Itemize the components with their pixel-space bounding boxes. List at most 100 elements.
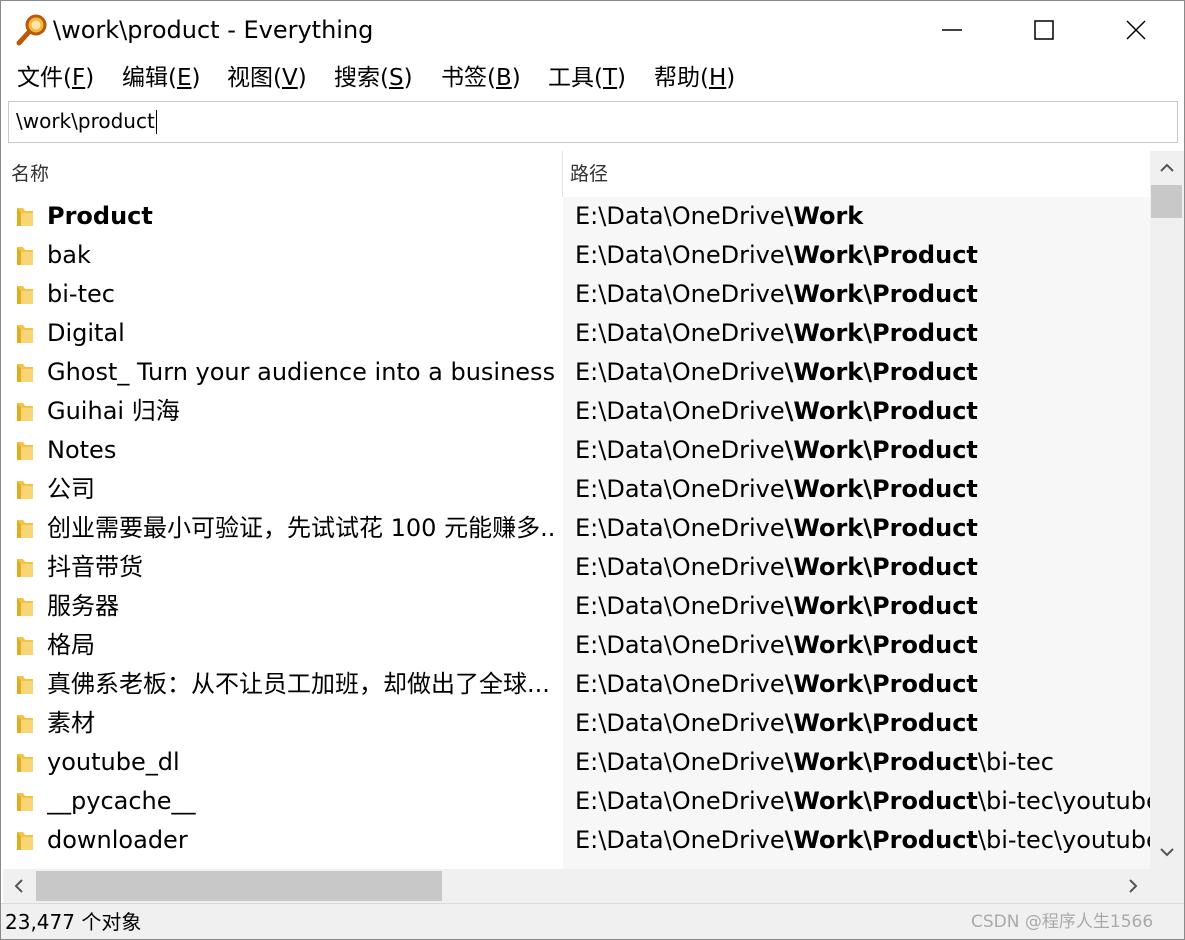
status-bar: 23,477 个对象 CSDN @程序人生1566 <box>1 903 1184 939</box>
row-path: E:\Data\OneDrive\Work\Product <box>575 587 1150 626</box>
scrollbar-corner <box>1150 869 1184 903</box>
row-path: E:\Data\OneDrive\Work <box>575 197 1150 236</box>
path-match: \Work\Product <box>784 787 978 815</box>
folder-icon <box>17 793 33 811</box>
row-path: E:\Data\OneDrive\Work\Product <box>575 509 1150 548</box>
path-prefix: E:\Data\OneDrive <box>575 709 785 737</box>
window-title: \work\product - Everything <box>53 16 374 44</box>
menu-edit[interactable]: 编辑(E) <box>122 63 201 93</box>
title-bar[interactable]: \work\product - Everything <box>1 1 1184 59</box>
row-path: E:\Data\OneDrive\Work\Product <box>575 470 1150 509</box>
maximize-button[interactable] <box>998 1 1090 59</box>
vertical-scrollbar[interactable] <box>1150 151 1184 869</box>
scroll-up-button[interactable] <box>1150 151 1184 185</box>
table-row[interactable]: bi-tec E:\Data\OneDrive\Work\Product <box>3 275 1150 314</box>
table-row[interactable]: 素材 E:\Data\OneDrive\Work\Product <box>3 704 1150 743</box>
search-input[interactable] <box>9 102 1176 140</box>
vertical-scroll-thumb[interactable] <box>1151 185 1182 218</box>
horizontal-scroll-thumb[interactable] <box>36 871 442 901</box>
path-match: \Work <box>784 202 864 230</box>
table-row[interactable]: Notes E:\Data\OneDrive\Work\Product <box>3 431 1150 470</box>
row-name: Ghost_ Turn your audience into a busines… <box>47 358 555 386</box>
table-row[interactable]: downloader E:\Data\OneDrive\Work\Product\… <box>3 821 1150 860</box>
results-rows: Product E:\Data\OneDrive\Work bak E:\Data\O… <box>3 197 1150 860</box>
table-row[interactable]: 格局 E:\Data\OneDrive\Work\Product <box>3 626 1150 665</box>
row-path: E:\Data\OneDrive\Work\Product <box>575 275 1150 314</box>
folder-icon <box>17 715 33 733</box>
row-path: E:\Data\OneDrive\Work\Product <box>575 704 1150 743</box>
folder-icon <box>17 676 33 694</box>
path-suffix: \bi-tec\youtube_ <box>977 826 1150 854</box>
path-match: \Work\Product <box>784 397 978 425</box>
path-prefix: E:\Data\OneDrive <box>575 787 785 815</box>
folder-icon <box>17 832 33 850</box>
scroll-down-button[interactable] <box>1150 835 1184 869</box>
row-path: E:\Data\OneDrive\Work\Product <box>575 431 1150 470</box>
path-match: \Work\Product <box>784 436 978 464</box>
path-match: \Work\Product <box>784 319 978 347</box>
table-row[interactable]: 服务器 E:\Data\OneDrive\Work\Product <box>3 587 1150 626</box>
row-name: youtube_dl <box>47 748 180 776</box>
path-prefix: E:\Data\OneDrive <box>575 514 785 542</box>
everything-window: \work\product - Everything 文件(F) 编辑(E) 视… <box>0 0 1185 940</box>
menu-bookmarks[interactable]: 书签(B) <box>441 63 521 93</box>
table-row[interactable]: youtube_dl E:\Data\OneDrive\Work\Product\… <box>3 743 1150 782</box>
scroll-left-button[interactable] <box>3 869 36 903</box>
table-row[interactable]: 真佛系老板：从不让员工加班，却做出了全球... E:\Data\OneDrive\… <box>3 665 1150 704</box>
path-match: \Work\Product <box>784 475 978 503</box>
table-row[interactable]: Guihai 归海 E:\Data\OneDrive\Work\Product <box>3 392 1150 431</box>
menu-view[interactable]: 视图(V) <box>227 63 307 93</box>
row-path: E:\Data\OneDrive\Work\Product <box>575 548 1150 587</box>
table-row[interactable]: 抖音带货 E:\Data\OneDrive\Work\Product <box>3 548 1150 587</box>
table-row[interactable]: bak E:\Data\OneDrive\Work\Product <box>3 236 1150 275</box>
row-name: Product <box>47 202 153 230</box>
menu-search[interactable]: 搜索(S) <box>334 63 413 93</box>
path-suffix: \bi-tec\youtube_ <box>977 787 1150 815</box>
minimize-icon <box>942 29 962 31</box>
row-path: E:\Data\OneDrive\Work\Product <box>575 665 1150 704</box>
chevron-left-icon <box>14 879 23 893</box>
table-row[interactable]: __pycache__ E:\Data\OneDrive\Work\Product… <box>3 782 1150 821</box>
folder-icon <box>17 286 33 304</box>
folder-icon <box>17 520 33 538</box>
path-match: \Work\Product <box>784 748 978 776</box>
path-match: \Work\Product <box>784 709 978 737</box>
folder-icon <box>17 247 33 265</box>
table-row[interactable]: Ghost_ Turn your audience into a busines… <box>3 353 1150 392</box>
folder-icon <box>17 208 33 226</box>
menu-file[interactable]: 文件(F) <box>17 63 94 93</box>
close-button[interactable] <box>1090 1 1182 59</box>
column-header-path[interactable]: 路径 <box>563 151 1150 197</box>
row-name: Guihai 归海 <box>47 397 180 425</box>
path-prefix: E:\Data\OneDrive <box>575 670 785 698</box>
table-row[interactable]: Product E:\Data\OneDrive\Work <box>3 197 1150 236</box>
menu-tools[interactable]: 工具(T) <box>548 63 626 93</box>
menu-help[interactable]: 帮助(H) <box>654 63 735 93</box>
row-path: E:\Data\OneDrive\Work\Product <box>575 236 1150 275</box>
scroll-right-button[interactable] <box>1117 869 1150 903</box>
row-path: E:\Data\OneDrive\Work\Product\bi-tec\you… <box>575 782 1150 821</box>
row-name: downloader <box>47 826 188 854</box>
table-row[interactable]: 公司 E:\Data\OneDrive\Work\Product <box>3 470 1150 509</box>
horizontal-scrollbar[interactable] <box>3 869 1150 903</box>
path-prefix: E:\Data\OneDrive <box>575 202 785 230</box>
table-row[interactable]: 创业需要最小可验证，先试试花 100 元能赚多... E:\Data\OneDri… <box>3 509 1150 548</box>
column-header-name[interactable]: 名称 <box>3 151 561 197</box>
path-match: \Work\Product <box>784 358 978 386</box>
row-name: 服务器 <box>47 592 119 620</box>
table-row[interactable]: Digital E:\Data\OneDrive\Work\Product <box>3 314 1150 353</box>
minimize-button[interactable] <box>906 1 998 59</box>
row-name: 格局 <box>47 631 95 659</box>
path-prefix: E:\Data\OneDrive <box>575 592 785 620</box>
results-list[interactable]: 名称 路径 Product E:\Data\OneDrive\Work bak E:\… <box>3 151 1150 869</box>
path-match: \Work\Product <box>784 592 978 620</box>
row-name: bi-tec <box>47 280 115 308</box>
menu-bar: 文件(F) 编辑(E) 视图(V) 搜索(S) 书签(B) 工具(T) 帮助(H… <box>1 59 1184 97</box>
path-prefix: E:\Data\OneDrive <box>575 553 785 581</box>
chevron-right-icon <box>1129 879 1138 893</box>
folder-icon <box>17 364 33 382</box>
path-match: \Work\Product <box>784 826 978 854</box>
folder-icon <box>17 637 33 655</box>
row-name: __pycache__ <box>47 787 196 815</box>
maximize-icon <box>1034 20 1054 40</box>
